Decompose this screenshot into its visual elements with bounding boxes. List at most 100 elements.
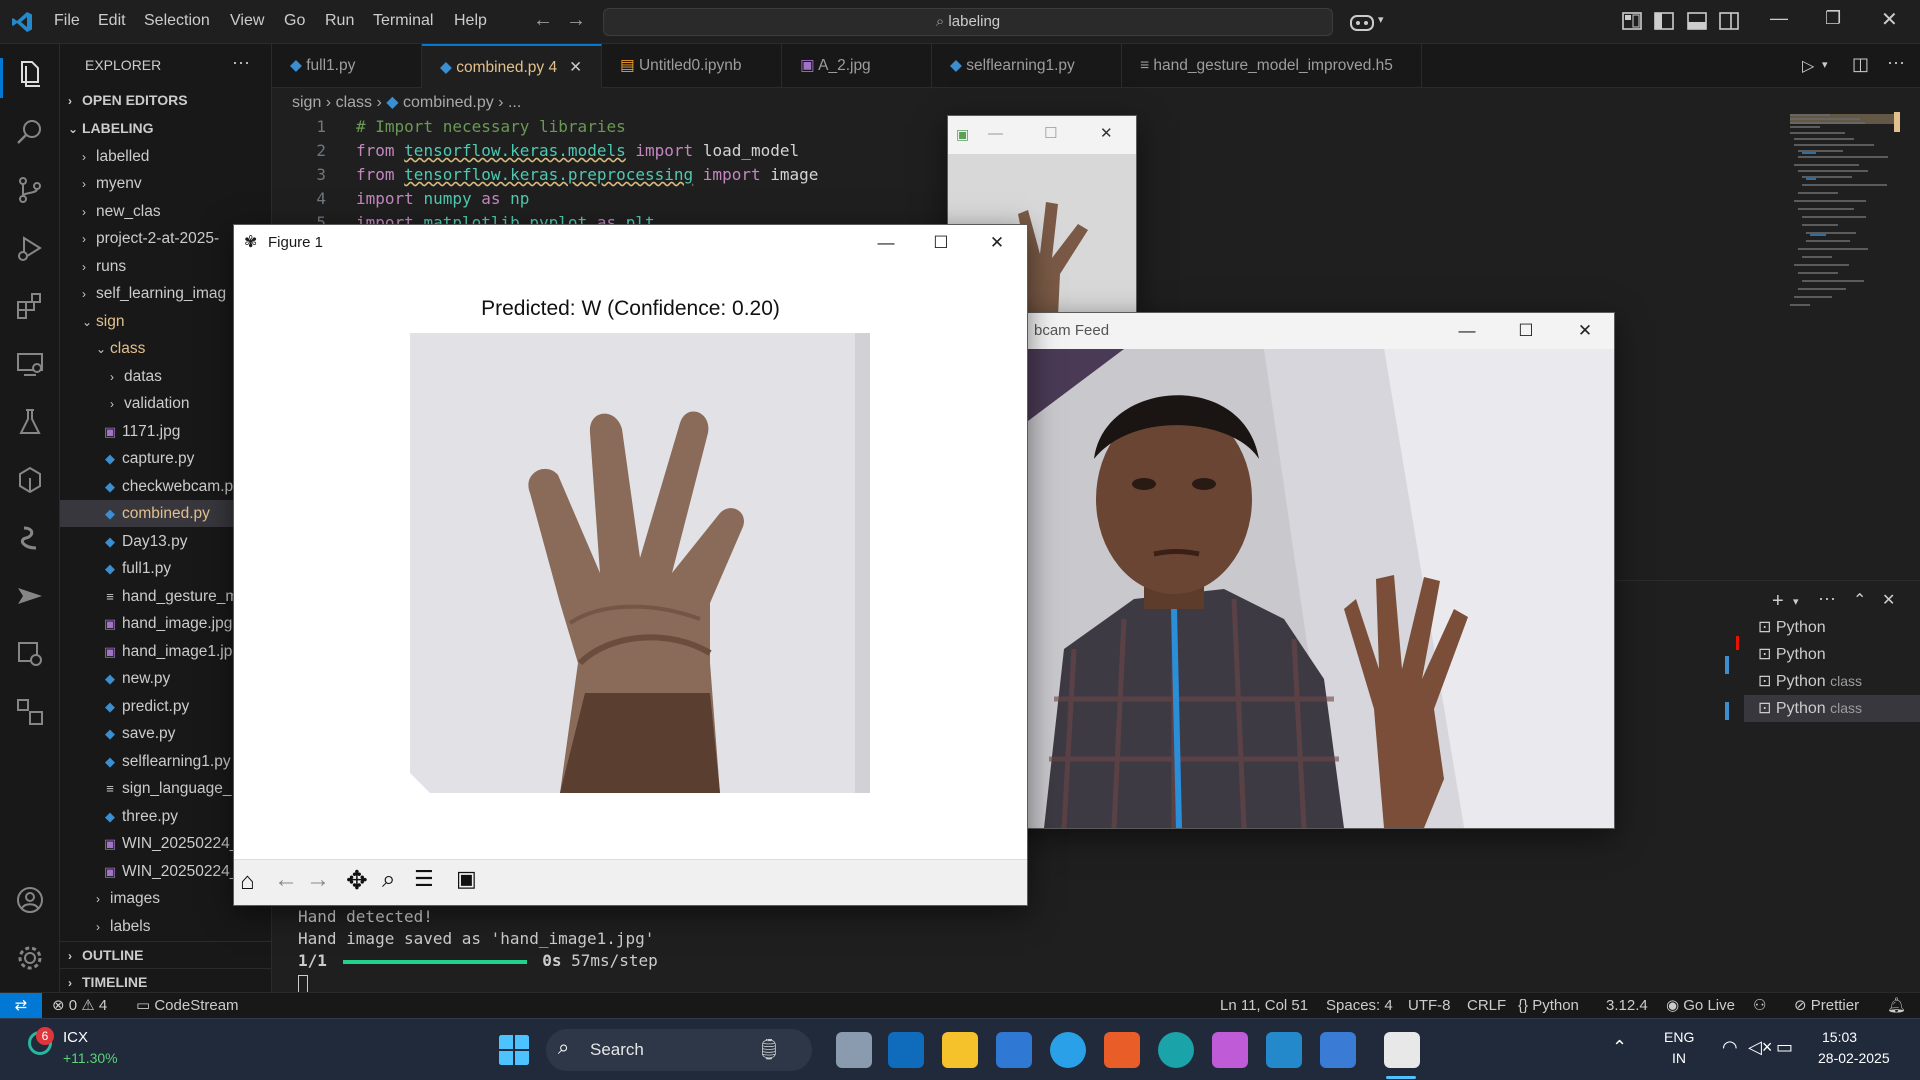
customize-layout-icon[interactable] bbox=[1622, 12, 1642, 30]
cursor-position[interactable]: Ln 11, Col 51 bbox=[1220, 993, 1308, 1018]
settings-sync-icon[interactable] bbox=[14, 638, 46, 670]
chevron-down-icon[interactable]: ▾ bbox=[1378, 13, 1384, 26]
tab-combined[interactable]: ◆ combined.py 4 ✕ bbox=[422, 44, 602, 88]
problems-indicator[interactable]: ⊗ 0 ⚠ 4 bbox=[52, 993, 107, 1018]
more-actions-icon[interactable]: ··· bbox=[232, 52, 250, 73]
clock-time[interactable]: 15:03 bbox=[1822, 1029, 1857, 1045]
back-arrow-icon[interactable]: ← bbox=[533, 9, 553, 32]
run-icon[interactable]: ▷ bbox=[1802, 56, 1814, 76]
split-editor-icon[interactable]: ◫ bbox=[1852, 54, 1869, 75]
go-live[interactable]: ◉ Go Live bbox=[1666, 993, 1735, 1018]
timeline-section[interactable]: › TIMELINE bbox=[60, 968, 271, 992]
close-icon[interactable]: ✕ bbox=[1100, 116, 1113, 152]
source-control-icon[interactable] bbox=[14, 174, 46, 206]
terminal-instance[interactable]: ⊡ Python bbox=[1744, 641, 1920, 668]
menu-go[interactable]: Go bbox=[284, 12, 305, 30]
stock-name[interactable]: ICX bbox=[63, 1029, 88, 1046]
line-ending[interactable]: CRLF bbox=[1467, 993, 1506, 1018]
language-indicator[interactable]: ENG bbox=[1664, 1029, 1694, 1045]
manage-gear-icon[interactable] bbox=[14, 942, 46, 974]
volume-muted-icon[interactable]: ◁× bbox=[1748, 1037, 1772, 1058]
toggle-sidebar-icon[interactable] bbox=[1654, 12, 1674, 30]
forward-icon[interactable]: → bbox=[306, 866, 330, 894]
extensions-icon[interactable] bbox=[14, 290, 46, 322]
minimize-icon[interactable]: — bbox=[988, 116, 1003, 152]
indentation[interactable]: Spaces: 4 bbox=[1326, 993, 1393, 1018]
containers-icon[interactable] bbox=[14, 696, 46, 728]
back-icon[interactable]: ← bbox=[274, 866, 298, 894]
webcam-feed-window[interactable]: bcam Feed — ☐ ✕ bbox=[1003, 312, 1615, 829]
maximize-icon[interactable]: ☐ bbox=[1497, 313, 1555, 349]
close-tab-icon[interactable]: ✕ bbox=[569, 59, 582, 76]
restore-icon[interactable]: ❐ bbox=[1825, 8, 1841, 29]
docker-icon[interactable] bbox=[14, 464, 46, 496]
python-taskbar-icon[interactable] bbox=[1320, 1032, 1356, 1068]
toggle-secondary-sidebar-icon[interactable] bbox=[1719, 12, 1739, 30]
remote-indicator-icon[interactable]: ⇄ bbox=[0, 993, 42, 1018]
close-icon[interactable]: ✕ bbox=[1881, 7, 1898, 32]
save-icon[interactable]: ▣ bbox=[456, 866, 477, 892]
search-activity-icon[interactable] bbox=[14, 116, 46, 148]
language-mode[interactable]: {} Python bbox=[1518, 993, 1579, 1018]
python-version[interactable]: 3.12.4 bbox=[1606, 993, 1648, 1018]
accounts-icon[interactable] bbox=[14, 884, 46, 916]
minimap[interactable] bbox=[1790, 112, 1900, 362]
folder-labelled[interactable]: › labelled bbox=[60, 143, 271, 170]
copilot-app-icon[interactable] bbox=[1212, 1032, 1248, 1068]
prettier-status[interactable]: ⊘ Prettier bbox=[1794, 993, 1859, 1018]
workspace-section[interactable]: ⌄ LABELING bbox=[60, 115, 271, 142]
explorer-icon[interactable] bbox=[14, 58, 46, 90]
tab-untitled0[interactable]: ▤ Untitled0.ipynb bbox=[602, 44, 782, 88]
menu-selection[interactable]: Selection bbox=[144, 12, 210, 30]
minimize-icon[interactable]: — bbox=[1770, 8, 1788, 29]
notifications-icon[interactable]: 🔔︎ bbox=[1887, 993, 1906, 1018]
close-icon[interactable]: ✕ bbox=[1556, 313, 1614, 349]
pan-icon[interactable]: ✥ bbox=[346, 865, 368, 896]
menu-terminal[interactable]: Terminal bbox=[373, 12, 433, 30]
terminal-instance[interactable]: ⊡ Python bbox=[1744, 614, 1920, 641]
tab-full1[interactable]: ◆ full1.py bbox=[272, 44, 422, 88]
run-debug-icon[interactable] bbox=[14, 232, 46, 264]
terminal-instance[interactable]: ⊡ Python class bbox=[1744, 668, 1920, 695]
battery-icon[interactable]: ▭ bbox=[1776, 1037, 1793, 1058]
home-icon[interactable]: ⌂ bbox=[240, 868, 255, 896]
store-icon[interactable] bbox=[996, 1032, 1032, 1068]
maximize-icon[interactable]: ☐ bbox=[1044, 116, 1057, 152]
more-actions-icon[interactable]: ··· bbox=[1887, 52, 1905, 73]
menu-run[interactable]: Run bbox=[325, 12, 354, 30]
minimize-icon[interactable]: — bbox=[1438, 313, 1496, 349]
open-editors-section[interactable]: › OPEN EDITORS bbox=[60, 87, 271, 114]
zoom-icon[interactable]: ⌕ bbox=[382, 866, 395, 894]
terminal-output[interactable]: Hand detected! Hand image saved as 'hand_… bbox=[298, 906, 658, 994]
testing-icon[interactable] bbox=[14, 406, 46, 438]
terminal-instance[interactable]: ⊡ Python class bbox=[1744, 695, 1920, 722]
configure-subplots-icon[interactable]: ☰ bbox=[414, 866, 434, 892]
folder-new-clas[interactable]: › new_clas bbox=[60, 198, 271, 225]
command-center-search[interactable]: ⌕ labeling bbox=[603, 8, 1333, 36]
maximize-icon[interactable]: ☐ bbox=[912, 225, 970, 261]
folder-myenv[interactable]: › myenv bbox=[60, 170, 271, 197]
codestream-status[interactable]: ▭ CodeStream bbox=[136, 993, 239, 1018]
menu-file[interactable]: File bbox=[54, 12, 80, 30]
help-app-icon[interactable] bbox=[1050, 1032, 1086, 1068]
minimize-icon[interactable]: — bbox=[857, 225, 915, 261]
toggle-panel-icon[interactable] bbox=[1687, 12, 1707, 30]
remote-explorer-icon[interactable] bbox=[14, 348, 46, 380]
tab-a2-jpg[interactable]: ▣ A_2.jpg bbox=[782, 44, 932, 88]
file-explorer-icon[interactable] bbox=[942, 1032, 978, 1068]
deploy-icon[interactable] bbox=[14, 580, 46, 612]
python-window-taskbar-icon[interactable] bbox=[1384, 1032, 1420, 1068]
tab-hand-gesture-model[interactable]: ≡ hand_gesture_model_improved.h5 bbox=[1122, 44, 1422, 88]
wifi-icon[interactable]: ◠ bbox=[1722, 1037, 1738, 1058]
outline-section[interactable]: › OUTLINE bbox=[60, 941, 271, 968]
hp-app-icon[interactable] bbox=[888, 1032, 924, 1068]
folder-labels[interactable]: › labels bbox=[60, 913, 271, 940]
windows-start-icon[interactable] bbox=[498, 1034, 530, 1066]
matplotlib-figure-window[interactable]: ✾ Figure 1 — ☐ ✕ Predicted: W (Confidenc… bbox=[233, 224, 1028, 906]
chevron-up-icon[interactable]: ⌃ bbox=[1612, 1037, 1627, 1058]
menu-view[interactable]: View bbox=[230, 12, 264, 30]
task-view-icon[interactable] bbox=[836, 1032, 872, 1068]
office-app-icon[interactable] bbox=[1104, 1032, 1140, 1068]
copilot-status-icon[interactable]: ⚇ bbox=[1753, 993, 1766, 1018]
menu-help[interactable]: Help bbox=[454, 12, 487, 30]
